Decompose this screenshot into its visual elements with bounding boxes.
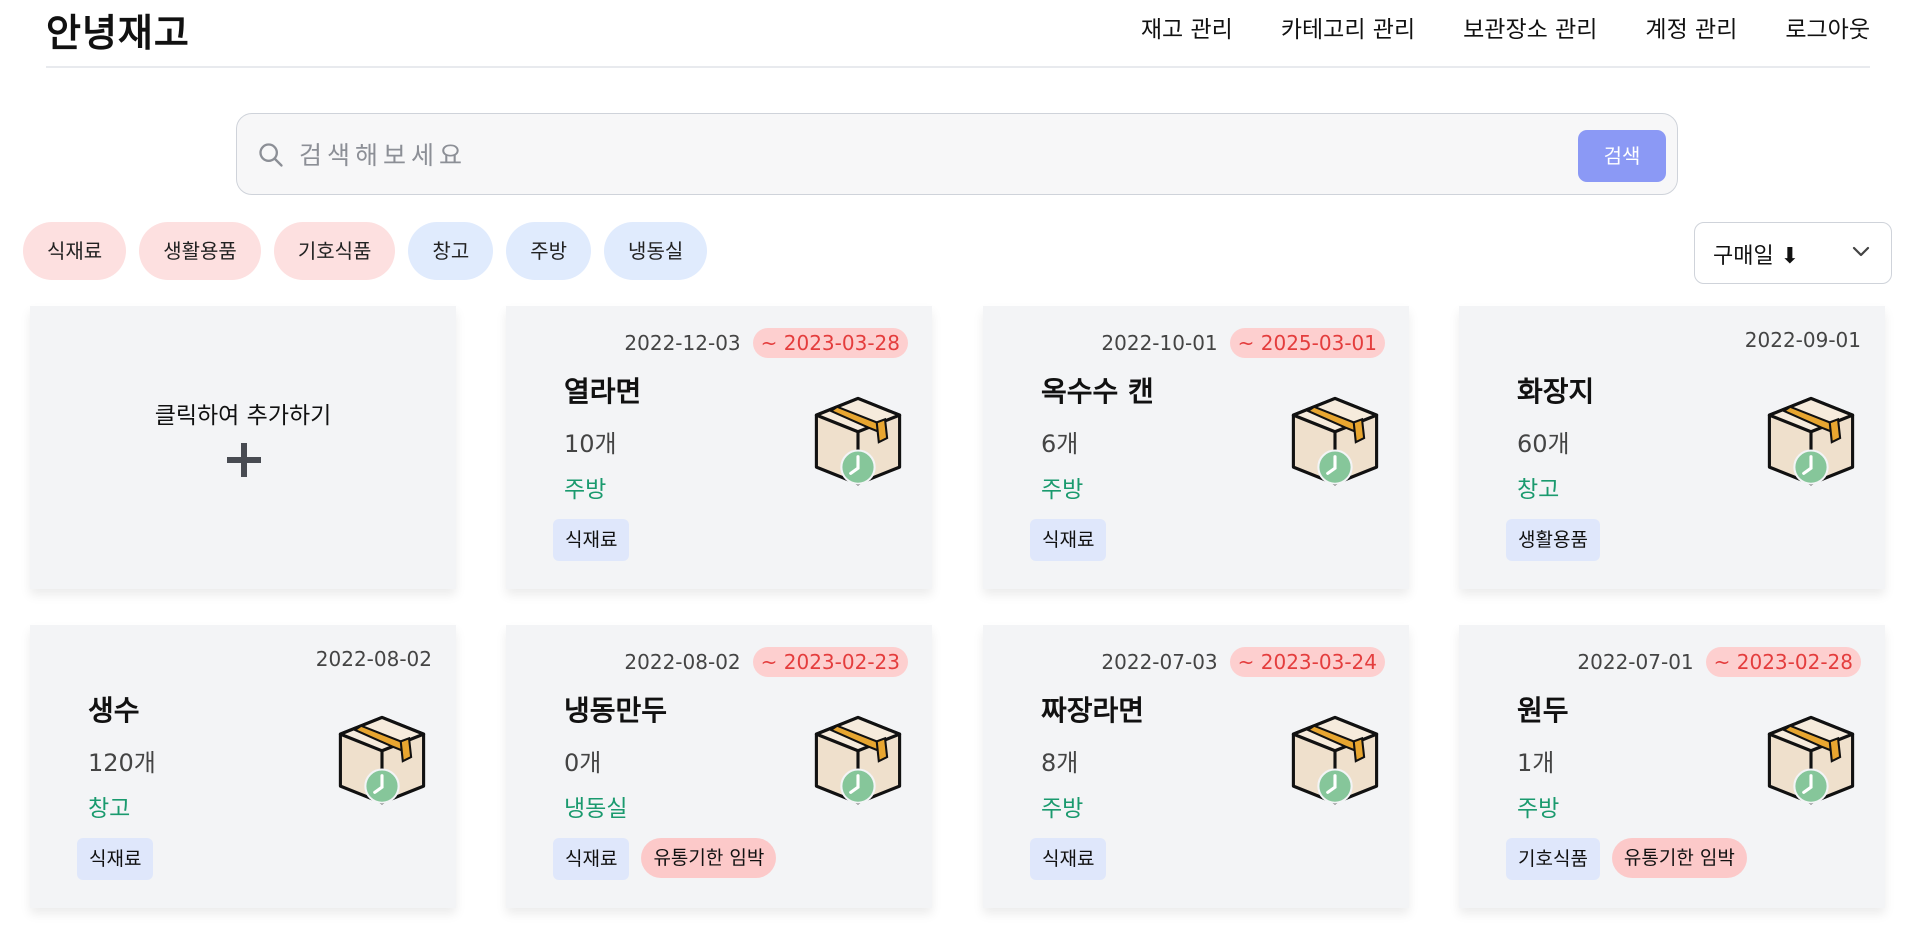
item-location: 주방 bbox=[1041, 796, 1084, 822]
add-item-label: 클릭하여 추가하기 bbox=[154, 403, 332, 429]
search-input[interactable] bbox=[297, 134, 1501, 176]
item-card[interactable]: 2022-08-02 생수 120개창고식재료 bbox=[30, 625, 456, 908]
nav-categories[interactable]: 카테고리 관리 bbox=[1281, 10, 1415, 44]
purchase-date: 2022-08-02 bbox=[624, 650, 741, 674]
item-card[interactable]: 2022-12-03 ~ 2023-03-28 열라면 10개주방식재료 bbox=[506, 306, 932, 589]
item-tags: 식재료 bbox=[77, 838, 154, 880]
item-name: 열라면 bbox=[564, 375, 642, 408]
purchase-date: 2022-07-03 bbox=[1101, 650, 1218, 674]
main-nav: 재고 관리 카테고리 관리 보관장소 관리 계정 관리 로그아웃 bbox=[1141, 10, 1870, 44]
box-clock-icon bbox=[1759, 386, 1863, 490]
app-logo[interactable]: 안녕재고 bbox=[46, 2, 190, 57]
item-quantity: 0개 bbox=[564, 749, 602, 777]
item-card[interactable]: 2022-10-01 ~ 2025-03-01 옥수수 캔 6개주방식재료 bbox=[983, 306, 1409, 589]
card-dates: 2022-12-03 ~ 2023-03-28 bbox=[624, 328, 908, 358]
purchase-date: 2022-07-01 bbox=[1577, 650, 1694, 674]
item-card[interactable]: 2022-09-01 화장지 60개창고생활용품 bbox=[1459, 306, 1885, 589]
sort-label: 구매일 ⬇ bbox=[1713, 244, 1800, 269]
item-quantity: 10개 bbox=[564, 430, 617, 458]
category-tag: 식재료 bbox=[1030, 838, 1107, 880]
item-location: 창고 bbox=[88, 796, 131, 822]
item-tags: 식재료 bbox=[1030, 838, 1107, 880]
card-dates: 2022-10-01 ~ 2025-03-01 bbox=[1101, 328, 1385, 358]
item-quantity: 8개 bbox=[1041, 749, 1079, 777]
box-clock-icon bbox=[1283, 705, 1387, 809]
item-name: 옥수수 캔 bbox=[1041, 375, 1154, 408]
category-tag: 식재료 bbox=[553, 838, 630, 880]
box-clock-icon bbox=[806, 705, 910, 809]
item-quantity: 120개 bbox=[88, 749, 156, 777]
item-tags: 식재료 bbox=[1030, 519, 1107, 561]
item-card[interactable]: 2022-07-01 ~ 2023-02-28 원두 1개주방기호식품 유통기한 임박 bbox=[1459, 625, 1885, 908]
card-dates: 2022-09-01 bbox=[1745, 328, 1861, 352]
box-clock-icon bbox=[806, 386, 910, 490]
box-clock-icon bbox=[330, 705, 434, 809]
item-quantity: 1개 bbox=[1517, 749, 1555, 777]
item-tags: 식재료 bbox=[553, 519, 630, 561]
filter-chips: 식재료 생활용품 기호식품 창고 주방 냉동실 bbox=[23, 222, 708, 280]
category-tag: 생활용품 bbox=[1506, 519, 1600, 561]
nav-inventory[interactable]: 재고 관리 bbox=[1141, 10, 1233, 44]
item-quantity: 6개 bbox=[1041, 430, 1079, 458]
card-dates: 2022-08-02 bbox=[316, 647, 432, 671]
item-tags: 생활용품 bbox=[1506, 519, 1600, 561]
box-clock-icon bbox=[1759, 705, 1863, 809]
card-dates: 2022-07-03 ~ 2023-03-24 bbox=[1101, 647, 1385, 677]
expiry-warning-badge: 유통기한 임박 bbox=[641, 838, 777, 878]
item-name: 원두 bbox=[1517, 694, 1569, 727]
item-location: 냉동실 bbox=[564, 796, 628, 822]
item-location: 주방 bbox=[564, 477, 607, 503]
nav-storage[interactable]: 보관장소 관리 bbox=[1463, 10, 1597, 44]
search-bar: 검색 bbox=[236, 113, 1678, 195]
category-tag: 식재료 bbox=[77, 838, 154, 880]
box-clock-icon bbox=[1283, 386, 1387, 490]
expiry-date: ~ 2023-03-28 bbox=[752, 328, 908, 358]
expiry-date: ~ 2023-02-23 bbox=[752, 647, 908, 677]
item-card[interactable]: 2022-07-03 ~ 2023-03-24 짜장라면 8개주방식재료 bbox=[983, 625, 1409, 908]
item-card[interactable]: 2022-08-02 ~ 2023-02-23 냉동만두 0개냉동실식재료 유통기한 임… bbox=[506, 625, 932, 908]
expiry-warning-badge: 유통기한 임박 bbox=[1611, 838, 1747, 878]
header: 안녕재고 재고 관리 카테고리 관리 보관장소 관리 계정 관리 로그아웃 bbox=[46, 0, 1870, 68]
purchase-date: 2022-09-01 bbox=[1744, 328, 1861, 352]
expiry-date: ~ 2025-03-01 bbox=[1229, 328, 1385, 358]
item-name: 짜장라면 bbox=[1041, 694, 1145, 727]
filter-category-snacks[interactable]: 기호식품 bbox=[273, 222, 396, 280]
item-location: 주방 bbox=[1517, 796, 1560, 822]
search-icon bbox=[259, 143, 283, 167]
add-item-card[interactable]: 클릭하여 추가하기 bbox=[30, 306, 456, 589]
chevron-down-icon bbox=[1852, 246, 1870, 257]
filter-location-warehouse[interactable]: 창고 bbox=[408, 222, 494, 280]
filter-location-kitchen[interactable]: 주방 bbox=[506, 222, 592, 280]
category-tag: 식재료 bbox=[1030, 519, 1107, 561]
purchase-date: 2022-08-02 bbox=[315, 647, 432, 671]
expiry-date: ~ 2023-02-28 bbox=[1705, 647, 1861, 677]
search-button[interactable]: 검색 bbox=[1578, 130, 1666, 182]
item-name: 화장지 bbox=[1517, 375, 1595, 408]
filter-location-freezer[interactable]: 냉동실 bbox=[604, 222, 708, 280]
item-name: 생수 bbox=[88, 694, 140, 727]
category-tag: 식재료 bbox=[553, 519, 630, 561]
nav-account[interactable]: 계정 관리 bbox=[1645, 10, 1737, 44]
filter-category-food[interactable]: 식재료 bbox=[23, 222, 127, 280]
item-quantity: 60개 bbox=[1517, 430, 1570, 458]
expiry-date: ~ 2023-03-24 bbox=[1229, 647, 1385, 677]
sort-select[interactable]: 구매일 ⬇ bbox=[1694, 222, 1892, 284]
card-dates: 2022-07-01 ~ 2023-02-28 bbox=[1577, 647, 1861, 677]
filter-category-household[interactable]: 생활용품 bbox=[139, 222, 261, 280]
purchase-date: 2022-12-03 bbox=[624, 331, 741, 355]
card-dates: 2022-08-02 ~ 2023-02-23 bbox=[624, 647, 908, 677]
nav-logout[interactable]: 로그아웃 bbox=[1785, 10, 1870, 44]
item-tags: 식재료 유통기한 임박 bbox=[553, 838, 777, 880]
purchase-date: 2022-10-01 bbox=[1101, 331, 1218, 355]
plus-icon bbox=[227, 443, 261, 477]
item-location: 창고 bbox=[1517, 477, 1560, 503]
category-tag: 기호식품 bbox=[1506, 838, 1600, 880]
item-name: 냉동만두 bbox=[564, 694, 668, 727]
item-tags: 기호식품 유통기한 임박 bbox=[1506, 838, 1747, 880]
item-location: 주방 bbox=[1041, 477, 1084, 503]
